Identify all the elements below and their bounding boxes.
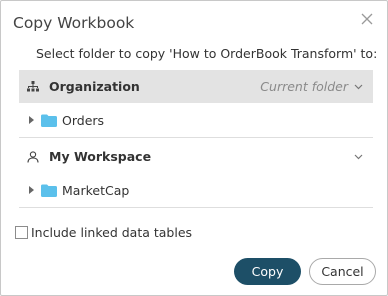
folder-row-orders[interactable]: Orders — [19, 103, 373, 138]
folder-label: Orders — [62, 112, 105, 128]
include-linked-label: Include linked data tables — [31, 225, 193, 240]
dialog-prompt: Select folder to copy 'How to OrderBook … — [36, 46, 378, 61]
close-icon[interactable] — [357, 9, 377, 29]
current-folder-label: Current folder — [260, 79, 348, 94]
group-my-workspace[interactable]: My Workspace — [19, 140, 373, 173]
group-name: My Workspace — [49, 149, 152, 164]
expand-caret-icon[interactable] — [29, 116, 34, 124]
group-organization[interactable]: Organization Current folder — [19, 70, 373, 103]
chevron-down-icon[interactable] — [354, 154, 363, 160]
include-linked-option[interactable]: Include linked data tables — [15, 225, 192, 240]
organization-icon — [27, 81, 47, 92]
group-name: Organization — [49, 79, 140, 94]
group-status: Current folder — [260, 70, 363, 103]
folder-label: MarketCap — [62, 182, 130, 198]
folder-row-marketcap[interactable]: MarketCap — [19, 173, 373, 208]
copy-button[interactable]: Copy — [234, 258, 301, 285]
group-status — [348, 140, 363, 173]
folder-icon — [41, 114, 57, 127]
cancel-button[interactable]: Cancel — [309, 258, 376, 285]
expand-caret-icon[interactable] — [29, 186, 34, 194]
folder-tree: Organization Current folder Orders My Wo… — [19, 70, 373, 208]
copy-workbook-dialog: Copy Workbook Select folder to copy 'How… — [0, 0, 388, 296]
chevron-down-icon[interactable] — [354, 84, 363, 90]
folder-icon — [41, 184, 57, 197]
include-linked-checkbox[interactable] — [15, 226, 28, 239]
dialog-title: Copy Workbook — [13, 14, 135, 32]
user-icon — [27, 150, 47, 163]
